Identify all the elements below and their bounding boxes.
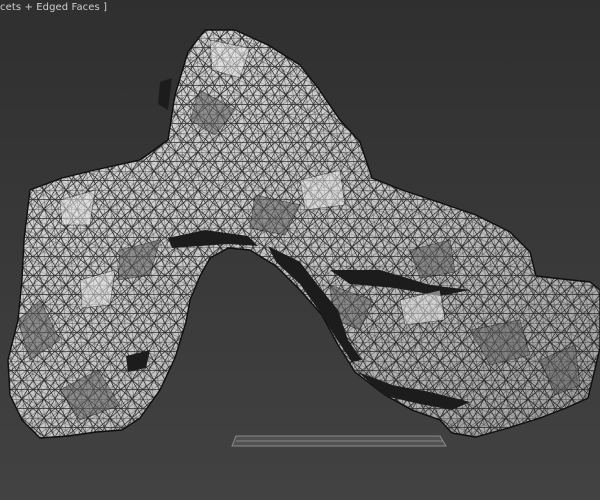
viewport-shading-label[interactable]: cets + Edged Faces ]	[0, 2, 107, 13]
rock-arch-mesh[interactable]	[7, 29, 600, 439]
viewport-scene	[7, 29, 600, 447]
ground-grid	[231, 435, 447, 447]
viewport-perspective[interactable]: cets + Edged Faces ]	[0, 0, 600, 500]
